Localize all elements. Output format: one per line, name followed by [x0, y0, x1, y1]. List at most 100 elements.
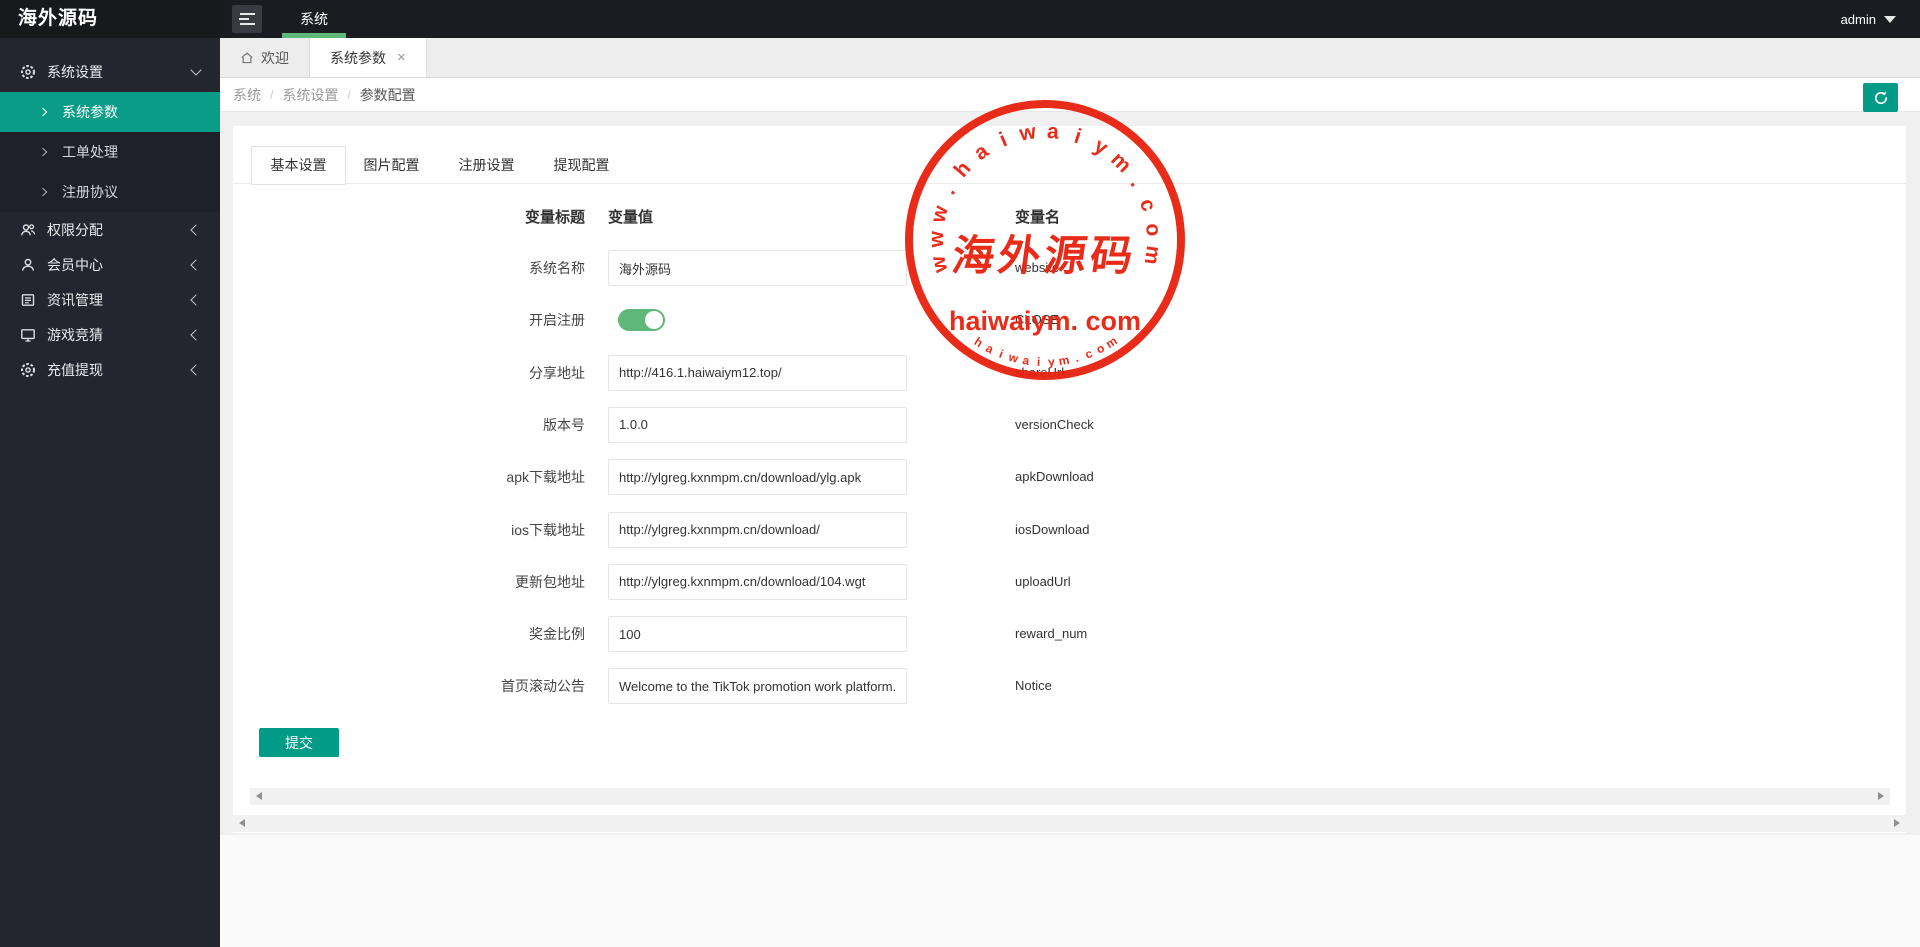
field-input-uploadUrl[interactable]: [608, 563, 907, 600]
form-row: apk下载地址 apkDownload: [233, 459, 1433, 496]
variable-name: website: [1015, 260, 1060, 275]
monitor-icon: [21, 328, 35, 342]
submit-button[interactable]: 提交: [259, 728, 339, 757]
scroll-right-arrow-icon[interactable]: [1878, 792, 1884, 800]
field-input-versionCheck[interactable]: [608, 406, 907, 443]
chevron-right-icon: [38, 187, 48, 197]
settings-tab-基本设置[interactable]: 基本设置: [251, 146, 346, 185]
sidebar-item-1[interactable]: 系统设置: [0, 52, 220, 92]
breadcrumb-bar: 系统 / 系统设置 / 参数配置: [220, 78, 1920, 112]
field-label: 奖金比例: [529, 626, 585, 643]
menu-bars-icon: [239, 13, 255, 15]
sidebar-item-3[interactable]: 会员中心: [0, 247, 220, 282]
column-header-value: 变量值: [608, 209, 654, 226]
settings-tab-提现配置[interactable]: 提现配置: [534, 146, 629, 184]
gear-icon: [21, 65, 35, 79]
page-tab-2[interactable]: 系统参数 ×: [310, 38, 427, 77]
field-label: 首页滚动公告: [501, 678, 585, 695]
inner-horizontal-scrollbar[interactable]: [250, 788, 1890, 805]
page-tab-label: 欢迎: [261, 49, 289, 66]
sidebar-subitem-工单处理[interactable]: 工单处理: [0, 132, 220, 172]
toggle-knob: [645, 311, 663, 330]
settings-tab-图片配置[interactable]: 图片配置: [344, 146, 439, 184]
sidebar: 海外源码 系统设置系统参数工单处理注册协议权限分配会员中心资讯管理游戏竞猜充值提…: [0, 0, 220, 947]
variable-name: versionCheck: [1015, 416, 1094, 432]
breadcrumb-part[interactable]: 系统设置: [282, 85, 338, 105]
topbar: 系统 admin: [220, 0, 1920, 38]
sidebar-item-label: 权限分配: [47, 221, 103, 238]
sidebar-submenu: 系统参数工单处理注册协议: [0, 92, 220, 212]
page-tab-1[interactable]: 欢迎: [220, 38, 310, 77]
users-icon: [21, 223, 36, 235]
breadcrumb-part[interactable]: 系统: [233, 85, 261, 105]
form-row: 分享地址 shareUrl: [233, 354, 1433, 391]
sidebar-subitem-系统参数[interactable]: 系统参数: [0, 92, 220, 132]
user-icon: [22, 258, 34, 271]
variable-name: iosDownload: [1015, 521, 1090, 537]
field-label: apk下载地址: [506, 469, 585, 486]
sidebar-item-2[interactable]: 权限分配: [0, 212, 220, 247]
form-row: 开启注册 CLOSE: [233, 302, 1433, 338]
field-label: ios下载地址: [511, 521, 585, 538]
refresh-icon: [1874, 90, 1887, 104]
sidebar-item-6[interactable]: 充值提现: [0, 352, 220, 387]
sidebar-subitem-注册协议[interactable]: 注册协议: [0, 172, 220, 212]
chevron-left-icon: [190, 293, 202, 306]
refresh-button[interactable]: [1863, 83, 1898, 112]
column-header-name: 变量名: [1015, 209, 1061, 226]
settings-tabs: 基本设置 图片配置 注册设置 提现配置: [233, 126, 1906, 185]
sidebar-item-label: 游戏竞猜: [47, 326, 103, 343]
breadcrumb-separator: /: [347, 88, 351, 102]
field-input-Notice[interactable]: [608, 668, 907, 705]
chevron-down-icon: [1884, 15, 1896, 23]
form-row: 首页滚动公告 Notice: [233, 668, 1433, 705]
close-icon[interactable]: ×: [397, 50, 406, 65]
menu-bars-icon: [239, 23, 255, 25]
field-input-shareUrl[interactable]: [608, 354, 907, 391]
chevron-right-icon: [38, 147, 48, 157]
field-label: 系统名称: [529, 260, 585, 276]
column-header-title: 变量标题: [524, 209, 585, 226]
variable-name: uploadUrl: [1015, 573, 1071, 589]
app-logo: 海外源码: [0, 0, 220, 38]
outer-horizontal-scrollbar[interactable]: [233, 815, 1906, 832]
form-row: 版本号 versionCheck: [233, 406, 1433, 443]
scroll-left-arrow-icon[interactable]: [239, 819, 245, 827]
admin-app: 海外源码 系统设置 系统参数 工单处理 注册协议 权限分配 会员中心 资讯管理 游戏竞猜 充值提…: [0, 0, 1920, 947]
breadcrumb-part: 参数配置: [359, 87, 416, 103]
settings-tab-注册设置[interactable]: 注册设置: [439, 146, 534, 184]
chevron-down-icon: [190, 64, 202, 76]
variable-name: shareUrl: [1015, 364, 1065, 380]
sidebar-item-5[interactable]: 游戏竞猜: [0, 317, 220, 352]
variable-name: Notice: [1015, 678, 1052, 694]
field-input-apkDownload[interactable]: [608, 459, 907, 496]
collapse-menu-button[interactable]: [232, 5, 262, 33]
field-label: 更新包地址: [515, 573, 585, 590]
scroll-left-arrow-icon[interactable]: [256, 792, 262, 800]
recharge-icon: [21, 362, 35, 377]
username: admin: [1840, 11, 1876, 27]
chevron-left-icon: [190, 363, 202, 376]
sidebar-item-label: 系统设置: [47, 64, 103, 80]
sidebar-subitem-label: 系统参数: [62, 104, 118, 120]
form-row: 系统名称 website: [233, 250, 1433, 286]
sidebar-item-label: 会员中心: [47, 256, 103, 273]
sidebar-menu: 系统设置系统参数工单处理注册协议权限分配会员中心资讯管理游戏竞猜充值提现: [0, 38, 220, 387]
lower-background: [220, 835, 1920, 947]
menu-bars-icon: [239, 18, 249, 20]
scroll-right-arrow-icon[interactable]: [1894, 819, 1900, 827]
variable-name: apkDownload: [1015, 469, 1094, 485]
page-tabstrip: 欢迎 系统参数 ×: [220, 38, 1920, 78]
field-input-iosDownload[interactable]: [608, 511, 907, 548]
field-input-reward_num[interactable]: [608, 616, 907, 653]
breadcrumb: 系统 / 系统设置 / 参数配置: [233, 78, 416, 112]
sidebar-subitem-label: 工单处理: [62, 144, 118, 160]
sidebar-item-label: 资讯管理: [47, 291, 103, 308]
user-menu[interactable]: admin: [1841, 0, 1896, 38]
variable-name: reward_num: [1015, 626, 1088, 642]
sidebar-subitem-label: 注册协议: [62, 184, 118, 200]
field-input-website[interactable]: [608, 250, 907, 286]
sidebar-item-4[interactable]: 资讯管理: [0, 282, 220, 317]
register-toggle[interactable]: [618, 309, 665, 332]
chevron-left-icon: [190, 328, 202, 341]
